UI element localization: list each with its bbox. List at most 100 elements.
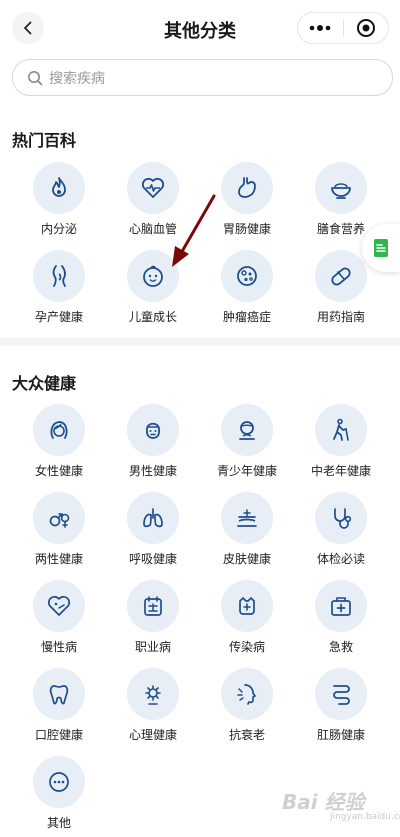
lungs-icon (143, 508, 163, 528)
category-label: 心理健康 (128, 728, 177, 742)
mini-program-capsule (297, 12, 389, 44)
category-women[interactable]: 女性健康 (12, 404, 106, 479)
stomach-icon (238, 177, 256, 198)
header-bar: 其他分类 (0, 0, 400, 58)
category-icon-bg (315, 668, 367, 720)
category-elder[interactable]: 中老年健康 (294, 404, 388, 479)
category-icon-bg (315, 162, 367, 214)
category-icon-bg (33, 162, 85, 214)
skin-icon (237, 509, 257, 527)
category-icon-bg (127, 668, 179, 720)
stethoscope-icon (334, 508, 352, 529)
search-icon (28, 70, 43, 85)
category-infectious[interactable]: 传染病 (200, 580, 294, 655)
more-circle-icon (49, 772, 69, 792)
category-icon-bg (127, 162, 179, 214)
intestine-icon (333, 685, 350, 705)
category-icon-bg (33, 404, 85, 456)
category-gastro[interactable]: 胃肠健康 (200, 162, 294, 237)
search-placeholder: 搜索疾病 (49, 70, 105, 87)
category-icon-bg (221, 250, 273, 302)
heart-pulse-icon (141, 177, 165, 198)
more-button[interactable] (298, 13, 343, 43)
category-label: 两性健康 (34, 552, 83, 566)
baby-face-icon (143, 265, 163, 287)
category-label: 女性健康 (34, 464, 83, 478)
category-icon-bg (33, 756, 85, 808)
tumor-cell-icon (237, 266, 257, 286)
category-label: 内分泌 (40, 222, 77, 236)
category-pregnancy[interactable]: 孕产健康 (12, 250, 106, 325)
target-circle-icon (356, 19, 375, 37)
category-icon-bg (33, 492, 85, 544)
category-label: 中老年健康 (310, 464, 371, 478)
woman-icon (50, 421, 68, 439)
category-oral[interactable]: 口腔健康 (12, 668, 106, 743)
category-icon-bg (127, 404, 179, 456)
bowl-icon (331, 183, 351, 199)
category-cardio[interactable]: 心脑血管 (106, 162, 200, 237)
category-label: 膳食营养 (316, 222, 365, 236)
category-label: 体检必读 (316, 552, 365, 566)
category-icon-bg (315, 404, 367, 456)
category-icon-bg (127, 250, 179, 302)
category-chronic[interactable]: 慢性病 (12, 580, 106, 655)
section-title-hot: 热门百科 (10, 127, 77, 153)
category-label: 肿瘤癌症 (222, 310, 271, 324)
category-anti-aging[interactable]: 抗衰老 (200, 668, 294, 743)
category-label: 肛肠健康 (316, 728, 365, 742)
category-icon-bg (221, 668, 273, 720)
category-label: 口腔健康 (34, 728, 83, 742)
category-icon-bg (221, 580, 273, 632)
category-label: 用药指南 (316, 310, 365, 324)
category-oncology[interactable]: 肿瘤癌症 (200, 250, 294, 325)
section-title-public: 大众健康 (10, 370, 77, 396)
category-anorectal[interactable]: 肛肠健康 (294, 668, 388, 743)
category-other[interactable]: 其他 (12, 756, 106, 831)
close-button[interactable] (343, 13, 388, 43)
category-respiratory[interactable]: 呼吸健康 (106, 492, 200, 567)
category-label: 抗衰老 (228, 728, 265, 742)
more-dots-icon (309, 25, 331, 31)
category-icon-bg (33, 250, 85, 302)
category-icon-bg (315, 580, 367, 632)
category-icon-bg (315, 250, 367, 302)
elder-walking-icon (333, 418, 349, 441)
category-first-aid[interactable]: 急救 (294, 580, 388, 655)
category-icon-bg (33, 580, 85, 632)
section-divider (0, 338, 400, 346)
watermark: Bai 经验 (282, 790, 365, 814)
category-skin[interactable]: 皮肤健康 (200, 492, 294, 567)
category-icon-bg (221, 162, 273, 214)
man-icon (146, 422, 160, 439)
category-label: 男性健康 (128, 464, 177, 478)
category-teen[interactable]: 青少年健康 (200, 404, 294, 479)
calendar-plus-icon (144, 596, 162, 616)
category-occupational[interactable]: 职业病 (106, 580, 200, 655)
category-label: 青少年健康 (216, 464, 277, 478)
category-mental[interactable]: 心理健康 (106, 668, 200, 743)
category-endocrine[interactable]: 内分泌 (12, 162, 106, 237)
section-title-text: 大众健康 (12, 374, 77, 393)
virus-icon (239, 597, 255, 615)
heart-tag-icon (47, 595, 71, 616)
category-checkup[interactable]: 体检必读 (294, 492, 388, 567)
tooth-icon (49, 685, 69, 705)
pill-icon (331, 267, 351, 286)
watermark-url: jingyan.baidu.com (330, 812, 400, 822)
section-title-text: 热门百科 (12, 131, 77, 150)
category-label: 急救 (328, 640, 353, 654)
flame-icon (52, 177, 66, 197)
category-sexual-health[interactable]: 两性健康 (12, 492, 106, 567)
category-men[interactable]: 男性健康 (106, 404, 200, 479)
category-child-growth[interactable]: 儿童成长 (106, 250, 200, 325)
face-profile-icon (237, 684, 256, 705)
pregnancy-icon (52, 265, 66, 287)
search-input[interactable]: 搜索疾病 (12, 59, 393, 96)
category-icon-bg (127, 580, 179, 632)
first-aid-icon (331, 597, 351, 616)
gender-icon (49, 513, 70, 528)
category-label: 心脑血管 (128, 222, 177, 236)
document-icon (374, 239, 388, 257)
category-icon-bg (127, 492, 179, 544)
